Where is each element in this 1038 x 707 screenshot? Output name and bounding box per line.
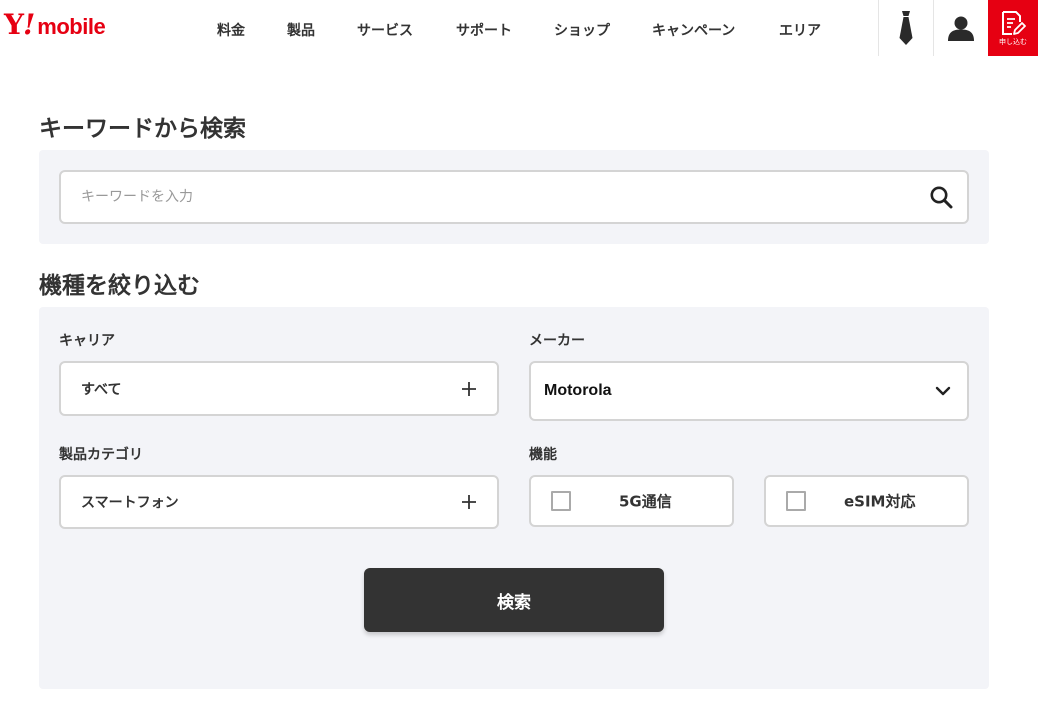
nav-item-campaign[interactable]: キャンペーン — [652, 20, 735, 40]
search-field — [59, 170, 969, 224]
maker-select[interactable]: Motorola — [529, 361, 969, 421]
category-select[interactable]: スマートフォン — [59, 475, 499, 529]
checkbox-square[interactable] — [551, 491, 571, 511]
user-icon — [947, 16, 974, 41]
search-submit-button[interactable]: 検索 — [364, 568, 664, 632]
feature-esim-checkbox[interactable]: eSIM対応 — [764, 475, 969, 527]
maker-label: メーカー — [529, 333, 585, 349]
nav-item-plans[interactable]: 料金 — [217, 20, 245, 40]
features-label: 機能 — [529, 447, 557, 463]
feature-5g-label: 5G通信 — [619, 492, 672, 511]
plus-icon — [462, 495, 476, 509]
nav-item-area[interactable]: エリア — [779, 20, 821, 40]
search-icon[interactable] — [929, 185, 953, 209]
site-header: Y! mobile 料金 製品 サービス サポート ショップ キャンペーン エリア… — [0, 0, 1038, 56]
nav-item-products[interactable]: 製品 — [287, 20, 315, 40]
search-input[interactable] — [81, 172, 921, 222]
carrier-label: キャリア — [59, 333, 115, 349]
feature-esim-label: eSIM対応 — [844, 492, 916, 511]
ymobile-logo[interactable]: Y! mobile — [4, 8, 106, 44]
maker-value: Motorola — [544, 382, 612, 399]
apply-label: 申し込む — [999, 37, 1027, 46]
apply-button[interactable]: 申し込む — [988, 0, 1038, 56]
nav-item-shop[interactable]: ショップ — [554, 20, 610, 40]
carrier-select[interactable]: すべて — [59, 361, 499, 416]
tie-icon — [899, 11, 912, 45]
keyword-section-title: キーワードから検索 — [39, 116, 246, 142]
feature-5g-checkbox[interactable]: 5G通信 — [529, 475, 734, 527]
business-button[interactable] — [878, 0, 933, 56]
checkbox-square[interactable] — [786, 491, 806, 511]
chevron-down-icon — [935, 386, 951, 396]
category-label: 製品カテゴリ — [59, 447, 143, 463]
nav-item-services[interactable]: サービス — [357, 20, 413, 40]
filter-panel: キャリア すべて メーカー Motorola 製品カテゴリ スマートフォン 機能… — [39, 307, 989, 689]
plus-icon — [462, 381, 476, 396]
category-value: スマートフォン — [81, 495, 179, 511]
document-edit-icon — [1002, 10, 1026, 35]
keyword-panel — [39, 150, 989, 244]
account-button[interactable] — [933, 0, 988, 56]
nav-item-support[interactable]: サポート — [456, 20, 512, 40]
carrier-value: すべて — [81, 381, 122, 398]
filter-section-title: 機種を絞り込む — [39, 273, 200, 299]
